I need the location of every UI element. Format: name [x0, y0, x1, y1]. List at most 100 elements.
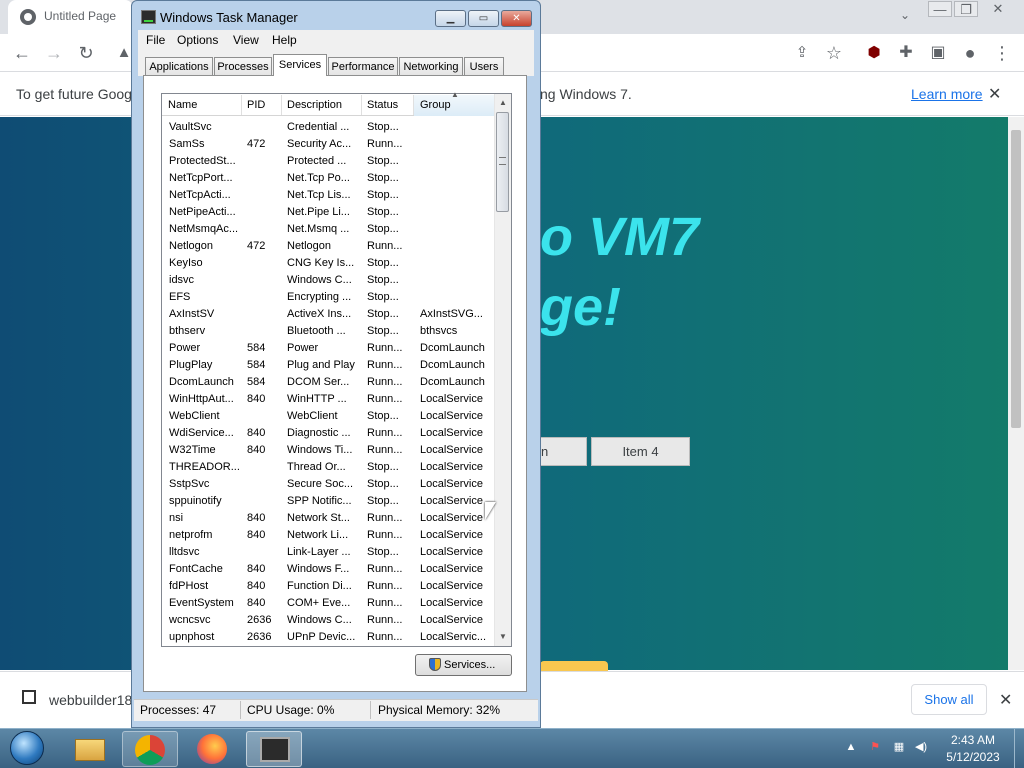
task-manager-taskbar-button[interactable]	[246, 731, 302, 767]
column-header-status[interactable]: Status	[367, 99, 398, 111]
column-divider[interactable]	[241, 95, 242, 115]
learn-more-link[interactable]: Learn more	[911, 86, 983, 102]
tab-applications[interactable]: Applications	[145, 57, 213, 76]
clock-date[interactable]: 5/12/2023	[938, 750, 1008, 764]
share-icon[interactable]: ⇪	[790, 41, 814, 65]
show-all-button[interactable]: Show all	[911, 684, 987, 715]
bookmark-star-icon[interactable]: ☆	[822, 41, 846, 65]
service-status: Runn...	[367, 427, 403, 439]
service-row[interactable]: ProtectedSt... Protected ... Stop...	[162, 153, 494, 170]
profile-avatar-icon[interactable]: ●	[958, 41, 982, 65]
service-row[interactable]: NetMsmqAc... Net.Msmq ... Stop...	[162, 221, 494, 238]
service-row[interactable]: NetTcpActi... Net.Tcp Lis... Stop...	[162, 187, 494, 204]
service-row[interactable]: THREADOR... Thread Or... Stop... LocalServi…	[162, 459, 494, 476]
menu-file[interactable]: File	[146, 33, 165, 47]
maximize-button[interactable]: ▭	[468, 10, 499, 27]
minimize-button[interactable]: ▁	[435, 10, 466, 27]
service-row[interactable]: bthserv Bluetooth ... Stop... bthsvcs	[162, 323, 494, 340]
service-status: Stop...	[367, 257, 399, 269]
service-row[interactable]: NetTcpPort... Net.Tcp Po... Stop...	[162, 170, 494, 187]
tab-performance[interactable]: Performance	[328, 57, 398, 76]
volume-icon[interactable]: ◀)	[914, 740, 928, 754]
reload-icon[interactable]: ↻	[74, 41, 98, 65]
service-row[interactable]: Power 584 Power Runn... DcomLaunch	[162, 340, 494, 357]
service-row[interactable]: DcomLaunch 584 DCOM Ser... Runn... DcomLaunc…	[162, 374, 494, 391]
service-row[interactable]: W32Time 840 Windows Ti... Runn... LocalServi…	[162, 442, 494, 459]
back-icon[interactable]: ←	[10, 41, 34, 65]
firefox-taskbar-button[interactable]	[184, 731, 240, 767]
download-item[interactable]: webbuilder18x	[49, 692, 139, 708]
forward-icon[interactable]: →	[42, 41, 66, 65]
clock-time[interactable]: 2:43 AM	[938, 733, 1008, 747]
menu-options[interactable]: Options	[177, 33, 218, 47]
close-icon[interactable]: ✕	[999, 690, 1012, 710]
menu-help[interactable]: Help	[272, 33, 297, 47]
explorer-taskbar-button[interactable]	[63, 731, 119, 767]
close-window-icon[interactable]: ✕	[986, 1, 1010, 17]
service-row[interactable]: fdPHost 840 Function Di... Runn... LocalServ…	[162, 578, 494, 595]
page-scrollbar-thumb[interactable]	[1011, 130, 1021, 428]
column-header-pid[interactable]: PID	[247, 99, 265, 111]
column-header-description[interactable]: Description	[287, 99, 342, 111]
action-center-flag-icon[interactable]: ⚑	[868, 740, 882, 754]
extensions-icon[interactable]: ✚	[894, 41, 918, 65]
restore-icon[interactable]: ❐	[954, 1, 978, 17]
column-divider[interactable]	[361, 95, 362, 115]
service-row[interactable]: VaultSvc Credential ... Stop...	[162, 119, 494, 136]
service-status: Runn...	[367, 529, 403, 541]
service-row[interactable]: SstpSvc Secure Soc... Stop... LocalService	[162, 476, 494, 493]
start-button[interactable]	[10, 731, 44, 765]
service-row[interactable]: WdiService... 840 Diagnostic ... Runn... Loc…	[162, 425, 494, 442]
service-row[interactable]: idsvc Windows C... Stop...	[162, 272, 494, 289]
show-desktop-button[interactable]	[1014, 729, 1024, 768]
menu-kebab-icon[interactable]: ⋮	[990, 41, 1014, 65]
service-row[interactable]: SamSs 472 Security Ac... Runn...	[162, 136, 494, 153]
service-row[interactable]: nsi 840 Network St... Runn... LocalService	[162, 510, 494, 527]
service-row[interactable]: sppuinotify SPP Notific... Stop... LocalSer…	[162, 493, 494, 510]
ublock-icon[interactable]: ⬢	[862, 41, 886, 65]
service-row[interactable]: EventSystem 840 COM+ Eve... Runn... LocalSer…	[162, 595, 494, 612]
service-row[interactable]: WebClient WebClient Stop... LocalService	[162, 408, 494, 425]
chevron-down-icon[interactable]: ⌄	[896, 8, 914, 26]
menu-view[interactable]: View	[233, 33, 259, 47]
tab-processes[interactable]: Processes	[214, 57, 272, 76]
service-description: WebClient	[287, 410, 338, 422]
service-row[interactable]: wcncsvc 2636 Windows C... Runn... LocalServi…	[162, 612, 494, 629]
service-row[interactable]: netprofm 840 Network Li... Runn... LocalServ…	[162, 527, 494, 544]
service-name: KeyIso	[169, 257, 203, 269]
service-row[interactable]: AxInstSV ActiveX Ins... Stop... AxInstSVG..…	[162, 306, 494, 323]
service-name: NetTcpPort...	[169, 172, 233, 184]
side-panel-icon[interactable]: ▣	[926, 41, 950, 65]
page-yellow-bar	[540, 661, 608, 671]
service-row[interactable]: PlugPlay 584 Plug and Play Runn... DcomLaunc…	[162, 357, 494, 374]
page-nav-button[interactable]: n	[540, 437, 587, 466]
service-row[interactable]: KeyIso CNG Key Is... Stop...	[162, 255, 494, 272]
service-status: Runn...	[367, 240, 403, 252]
tab-networking[interactable]: Networking	[399, 57, 463, 76]
tab-services[interactable]: Services	[273, 54, 327, 76]
service-row[interactable]: upnphost 2636 UPnP Devic... Runn... LocalSer…	[162, 629, 494, 646]
service-row[interactable]: EFS Encrypting ... Stop...	[162, 289, 494, 306]
service-row[interactable]: Netlogon 472 Netlogon Runn...	[162, 238, 494, 255]
service-row[interactable]: NetPipeActi... Net.Pipe Li... Stop...	[162, 204, 494, 221]
chrome-taskbar-button[interactable]	[122, 731, 178, 767]
column-divider[interactable]	[413, 95, 414, 115]
network-icon[interactable]: ▦	[892, 740, 906, 754]
service-row[interactable]: WinHttpAut... 840 WinHTTP ... Runn... LocalS…	[162, 391, 494, 408]
tray-overflow-icon[interactable]: ▲	[844, 740, 858, 754]
tab-users[interactable]: Users	[464, 57, 504, 76]
close-icon[interactable]: ✕	[988, 84, 1001, 104]
service-row[interactable]: lltdsvc Link-Layer ... Stop... LocalService	[162, 544, 494, 561]
service-pid: 840	[247, 563, 266, 575]
service-pid: 584	[247, 376, 266, 388]
page-nav-item4-button[interactable]: Item 4	[591, 437, 690, 466]
minimize-icon[interactable]: —	[928, 1, 952, 17]
scroll-down-icon[interactable]: ▼	[497, 631, 509, 643]
close-button[interactable]: ✕	[501, 10, 532, 27]
column-header-group[interactable]: Group	[420, 99, 451, 111]
service-status: Stop...	[367, 121, 399, 133]
scroll-up-icon[interactable]: ▲	[497, 97, 509, 109]
column-header-name[interactable]: Name	[168, 99, 197, 111]
column-divider[interactable]	[281, 95, 282, 115]
service-row[interactable]: FontCache 840 Windows F... Runn... LocalServ…	[162, 561, 494, 578]
